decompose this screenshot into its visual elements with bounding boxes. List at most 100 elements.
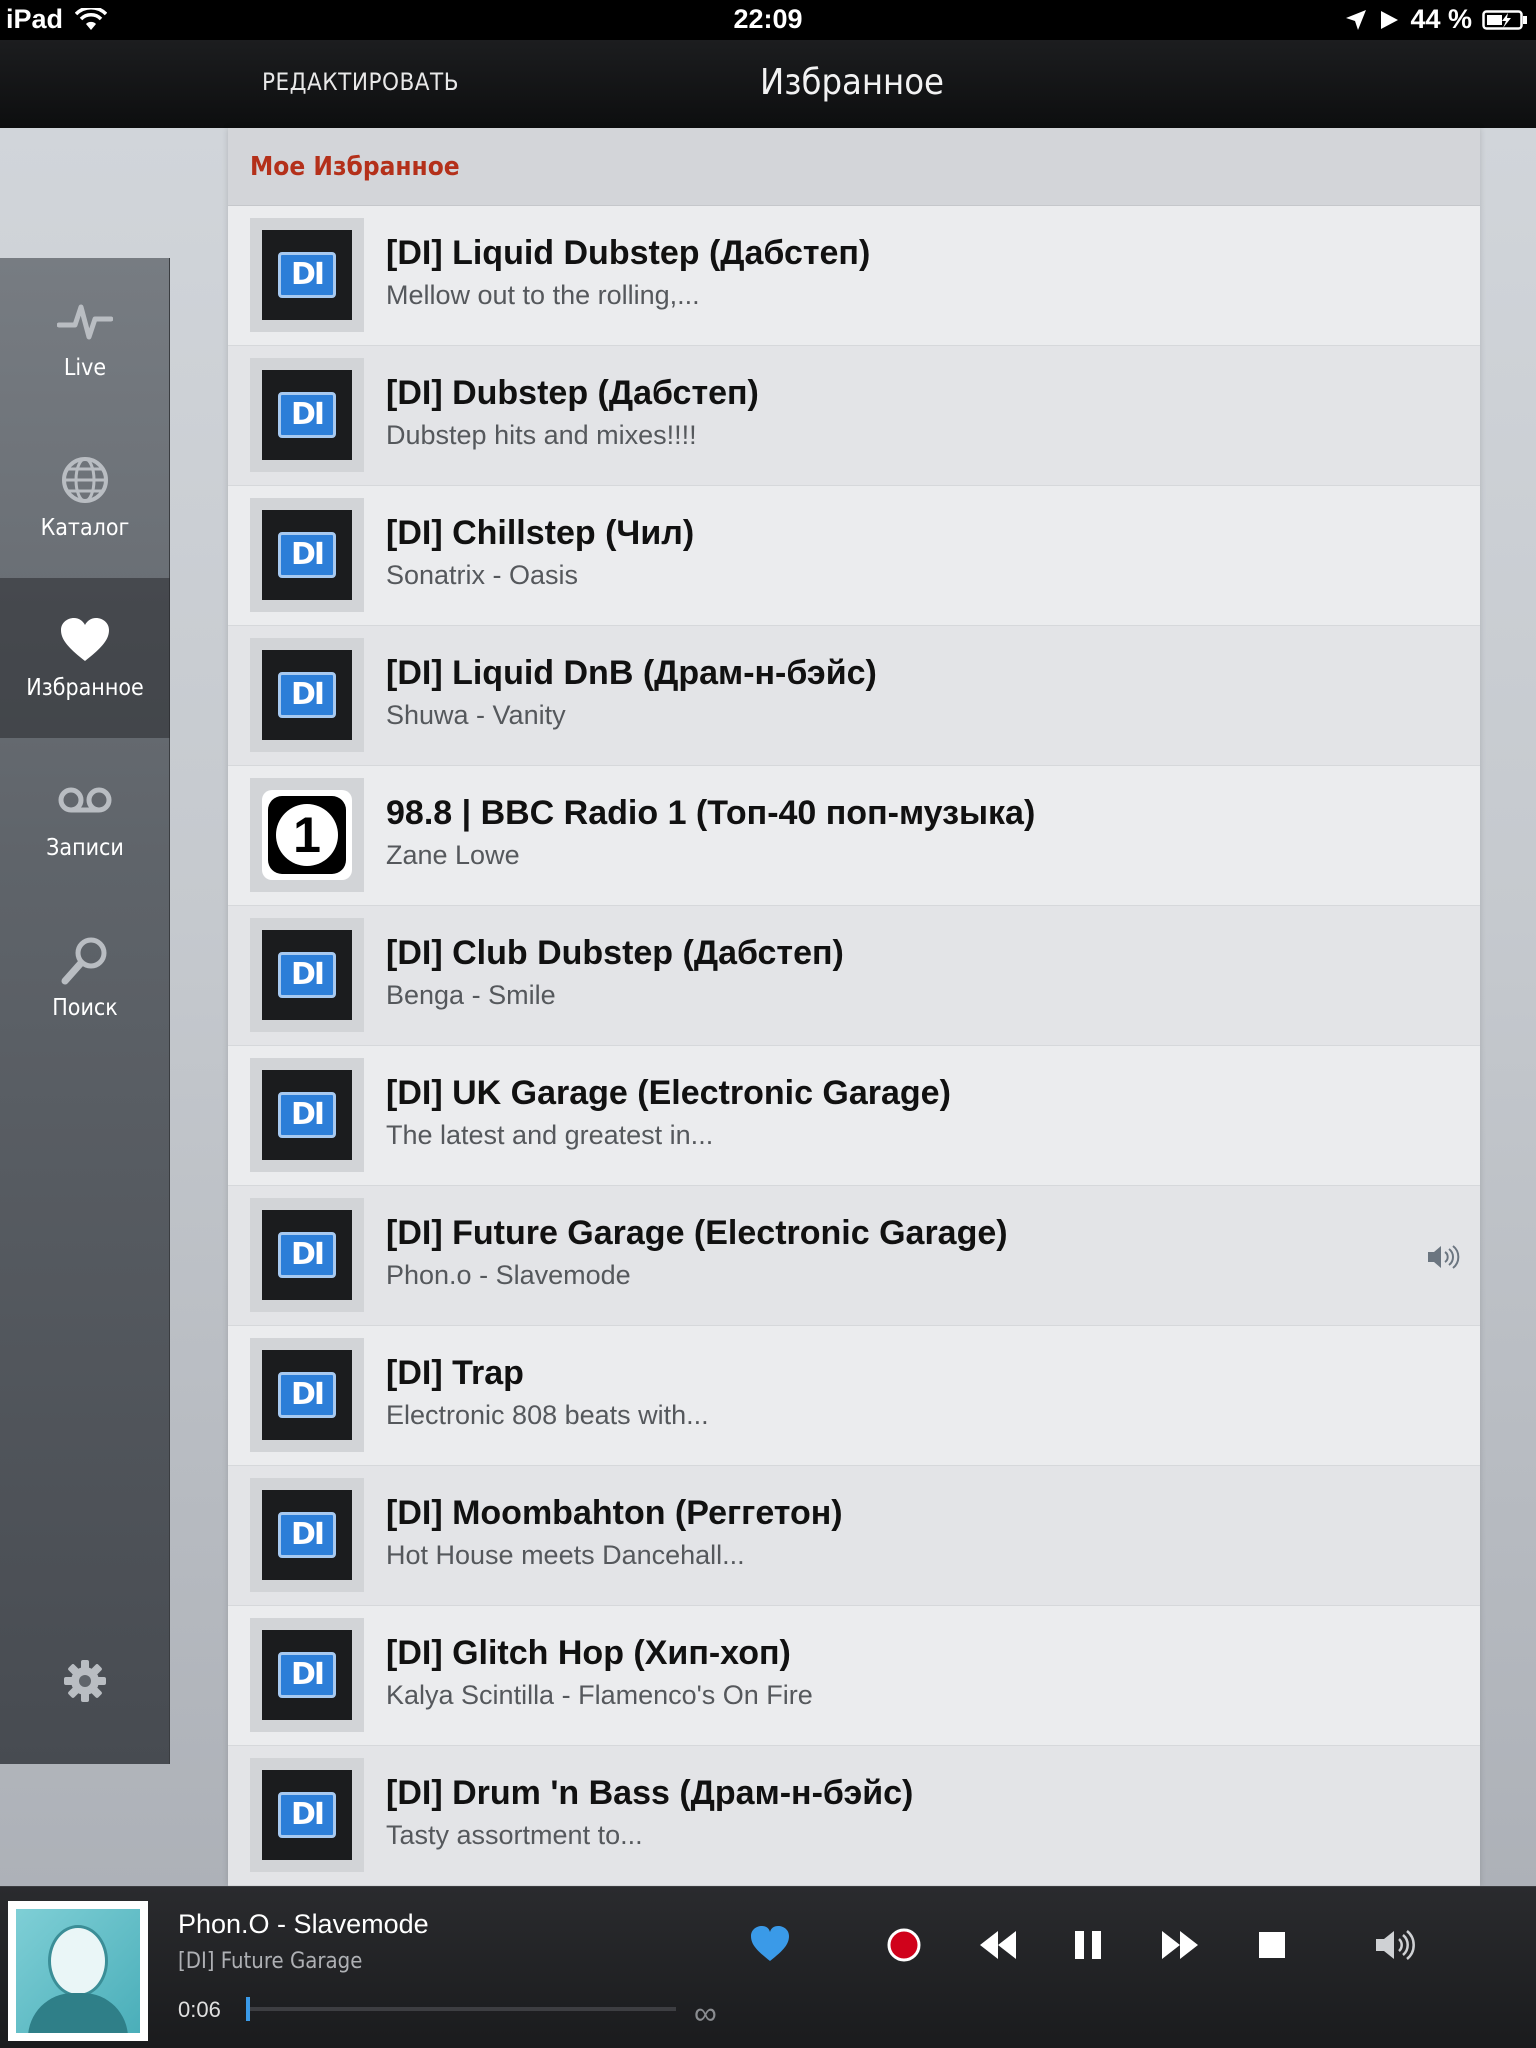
station-logo: DI: [250, 1758, 364, 1872]
station-logo: DI: [250, 1058, 364, 1172]
station-title: [DI] Future Garage (Electronic Garage): [386, 1214, 1008, 1252]
voicemail-icon: [58, 787, 112, 813]
sidebar-item-label: Live: [63, 355, 107, 381]
station-logo: DI: [250, 1618, 364, 1732]
di-logo: DI: [262, 1770, 352, 1860]
station-title: [DI] Dubstep (Дабстеп): [386, 374, 759, 412]
station-logo: DI: [250, 1478, 364, 1592]
station-logo: DI: [250, 1198, 364, 1312]
rewind-icon: [980, 1931, 1016, 1959]
gear-icon[interactable]: [62, 1658, 108, 1704]
list-item[interactable]: DI [DI] Club Dubstep (Дабстеп) Benga - Smi…: [228, 906, 1480, 1046]
station-subtitle: Hot House meets Dancehall...: [386, 1540, 745, 1570]
list-item[interactable]: DI [DI] Liquid Dubstep (Дабстеп) Mellow ou…: [228, 206, 1480, 346]
sidebar-item-search[interactable]: Поиск: [0, 898, 170, 1058]
battery-icon: [1482, 9, 1527, 30]
list-item[interactable]: DI [DI] Glitch Hop (Хип-хоп) Kalya Scintil…: [228, 1606, 1480, 1746]
station-subtitle: Shuwa - Vanity: [386, 700, 566, 730]
pause-icon: [1075, 1931, 1101, 1959]
station-subtitle: The latest and greatest in...: [386, 1120, 714, 1150]
di-logo: DI: [262, 1070, 352, 1160]
page-title: Избранное: [760, 62, 944, 103]
station-subtitle: Zane Lowe: [386, 840, 520, 870]
track-title: Phon.O - Slavemode: [178, 1909, 429, 1939]
station-subtitle: Kalya Scintilla - Flamenco's On Fire: [386, 1680, 813, 1710]
station-logo: DI: [250, 918, 364, 1032]
list-item[interactable]: DI [DI] Trap Electronic 808 beats with...: [228, 1326, 1480, 1466]
sidebar-item-live[interactable]: Live: [0, 258, 170, 418]
sidebar-item-label: Каталог: [40, 515, 130, 541]
favorites-list: Мое Избранное DI [DI] Liquid Dubstep (Даб…: [228, 128, 1480, 1886]
location-arrow-icon: [1346, 9, 1367, 30]
record-icon: [887, 1928, 921, 1962]
sidebar-item-label: Поиск: [52, 995, 118, 1021]
station-title: [DI] Liquid DnB (Драм-н-бэйс): [386, 654, 877, 692]
station-logo: DI: [250, 218, 364, 332]
station-title: [DI] Liquid Dubstep (Дабстеп): [386, 234, 871, 272]
now-playing-bar: Phon.O - Slavemode [DI] Future Garage 0:…: [0, 1886, 1536, 2048]
station-logo: DI: [250, 1338, 364, 1452]
station-subtitle: Benga - Smile: [386, 980, 556, 1010]
station-subtitle: Dubstep hits and mixes!!!!: [386, 420, 697, 450]
volume-button[interactable]: [1364, 1915, 1424, 1975]
favorite-button[interactable]: [740, 1915, 800, 1975]
station-name: [DI] Future Garage: [178, 1949, 363, 1974]
bbc-radio1-logo: 1: [262, 790, 352, 880]
live-wave-icon: [57, 304, 113, 340]
elapsed-time: 0:06: [178, 1997, 221, 2022]
station-subtitle: Sonatrix - Oasis: [386, 560, 579, 590]
station-title: [DI] Moombahton (Реггетон): [386, 1494, 843, 1532]
station-subtitle: Tasty assortment to...: [386, 1820, 643, 1850]
station-subtitle: Mellow out to the rolling,...: [386, 280, 700, 310]
play-indicator-icon: [1381, 10, 1399, 29]
sidebar-item-catalog[interactable]: Каталог: [0, 418, 170, 578]
list-item[interactable]: 1 98.8 | BBC Radio 1 (Топ-40 поп-музыка) Z…: [228, 766, 1480, 906]
station-logo: DI: [250, 358, 364, 472]
station-subtitle: Phon.o - Slavemode: [386, 1260, 631, 1290]
station-title: [DI] Trap: [386, 1354, 524, 1392]
pause-button[interactable]: [1058, 1915, 1118, 1975]
station-title: [DI] UK Garage (Electronic Garage): [386, 1074, 951, 1112]
record-button[interactable]: [874, 1915, 934, 1975]
status-time: 22:09: [733, 4, 803, 34]
list-item[interactable]: DI [DI] Moombahton (Реггетон) Hot House me…: [228, 1466, 1480, 1606]
list-item[interactable]: DI [DI] UK Garage (Electronic Garage) The …: [228, 1046, 1480, 1186]
list-item[interactable]: DI [DI] Drum 'n Bass (Драм-н-бэйс) Tasty a…: [228, 1746, 1480, 1886]
progress-bar[interactable]: [246, 1997, 676, 2021]
di-logo: DI: [262, 1630, 352, 1720]
di-logo: DI: [262, 650, 352, 740]
stop-button[interactable]: [1242, 1915, 1302, 1975]
list-item[interactable]: DI [DI] Liquid DnB (Драм-н-бэйс) Shuwa - V…: [228, 626, 1480, 766]
station-subtitle: Electronic 808 beats with...: [386, 1400, 709, 1430]
station-title: [DI] Drum 'n Bass (Драм-н-бэйс): [386, 1774, 914, 1812]
progress-handle[interactable]: [246, 1997, 250, 2021]
station-logo: DI: [250, 498, 364, 612]
magnifier-icon: [61, 937, 107, 985]
di-logo: DI: [262, 230, 352, 320]
sidebar-item-recordings[interactable]: Записи: [0, 738, 170, 898]
speaker-icon: [1376, 1930, 1415, 1960]
di-logo: DI: [262, 1210, 352, 1300]
di-logo: DI: [262, 1490, 352, 1580]
di-logo: DI: [262, 930, 352, 1020]
list-item[interactable]: DI [DI] Dubstep (Дабстеп) Dubstep hits and…: [228, 346, 1480, 486]
station-title: [DI] Club Dubstep (Дабстеп): [386, 934, 844, 972]
globe-icon: [62, 457, 108, 503]
navigation-bar: РЕДАКТИРОВАТЬ Избранное: [0, 40, 1536, 128]
heart-icon: [61, 618, 109, 661]
di-logo: DI: [262, 370, 352, 460]
album-art[interactable]: [8, 1901, 148, 2041]
list-item[interactable]: DI [DI] Chillstep (Чил) Sonatrix - Oasis: [228, 486, 1480, 626]
sidebar-item-favorites[interactable]: Избранное: [0, 578, 170, 738]
di-logo: DI: [262, 510, 352, 600]
stop-icon: [1259, 1932, 1285, 1958]
fast-forward-icon: [1162, 1931, 1198, 1959]
fast-forward-button[interactable]: [1150, 1915, 1210, 1975]
station-title: [DI] Chillstep (Чил): [386, 514, 695, 552]
di-logo: DI: [262, 1350, 352, 1440]
heart-icon: [751, 1926, 789, 1961]
station-logo: 1: [250, 778, 364, 892]
station-title: 98.8 | BBC Radio 1 (Топ-40 поп-музыка): [386, 794, 1036, 832]
list-item[interactable]: DI [DI] Future Garage (Electronic Garage)…: [228, 1186, 1480, 1326]
rewind-button[interactable]: [968, 1915, 1028, 1975]
